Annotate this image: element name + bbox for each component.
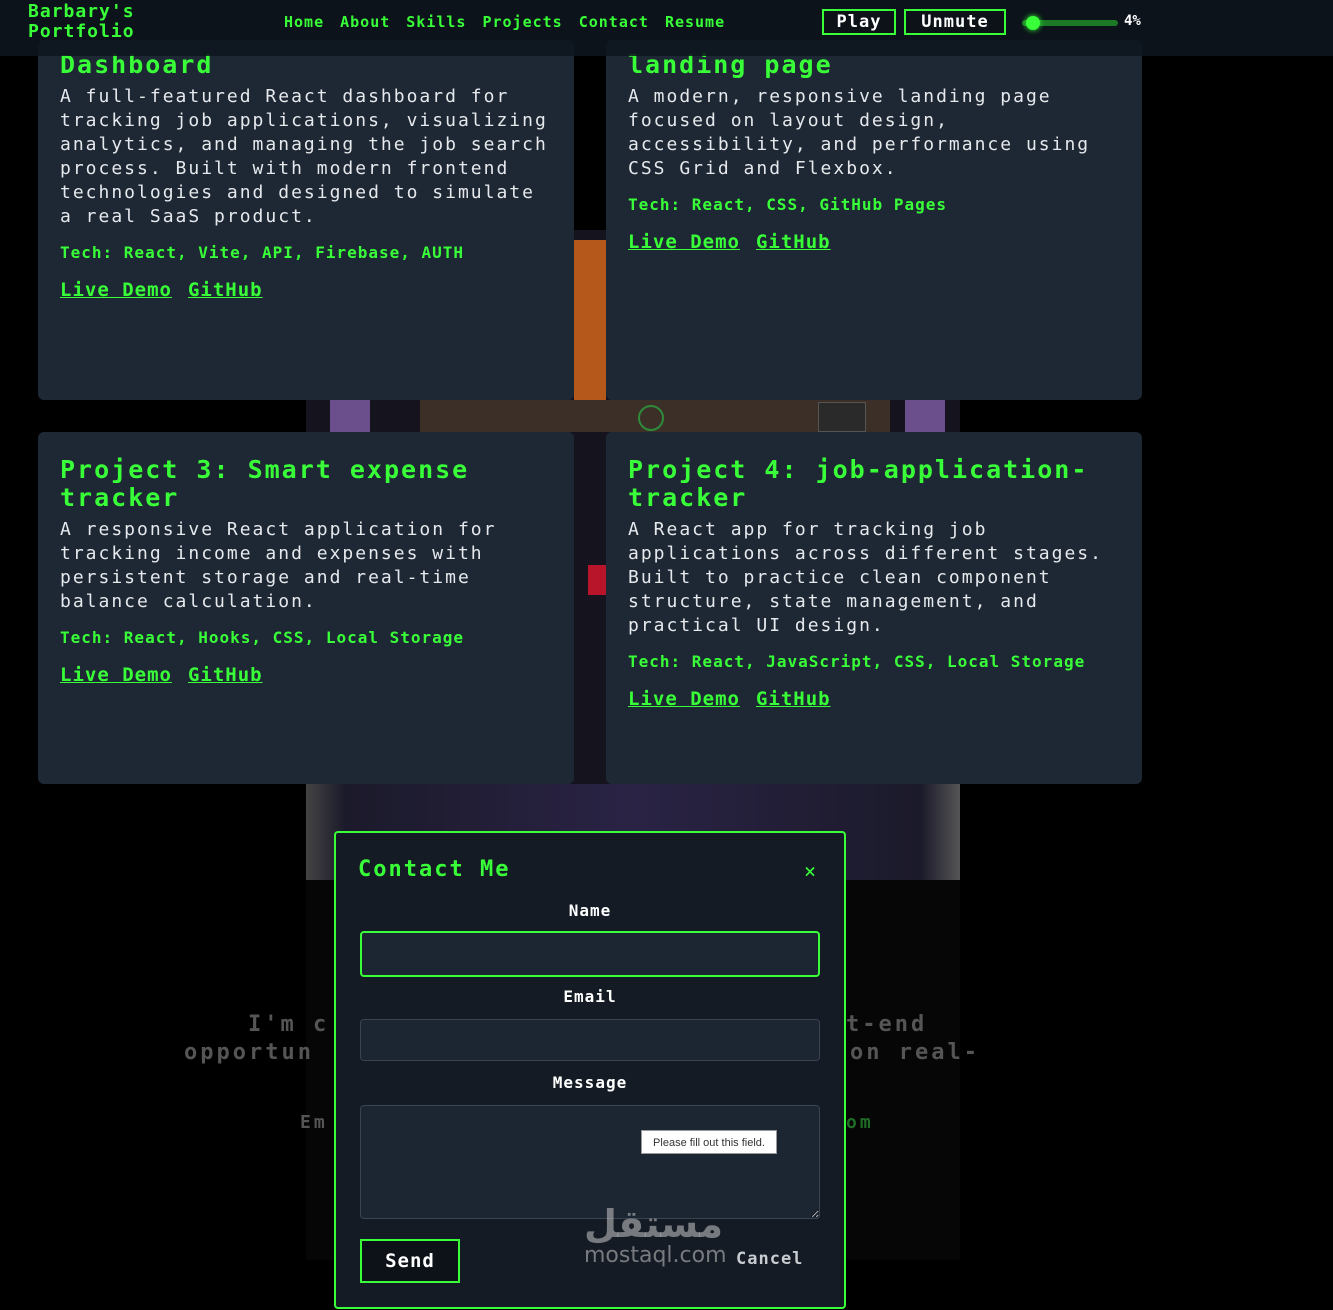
live-demo-link[interactable]: Live Demo [628,688,740,710]
live-demo-link[interactable]: Live Demo [628,231,740,253]
cancel-button[interactable]: Cancel [736,1249,803,1269]
unmute-button[interactable]: Unmute [904,9,1006,35]
project-card: Dashboard A full-featured React dashboar… [38,40,574,400]
nav-about[interactable]: About [340,13,390,31]
background-text: I'm c [248,1012,330,1037]
nav-skills[interactable]: Skills [406,13,466,31]
project-tech: Tech: React, Vite, API, Firebase, AUTH [60,243,465,262]
project-title: Project 4: job-application-tracker [628,455,1089,512]
main-nav: Home About Skills Projects Contact Resum… [284,13,725,31]
watermark-arabic: مستقل [584,1202,723,1246]
project-card: Project 3: Smart expense tracker A respo… [38,432,574,784]
project-links: Live Demo GitHub [628,231,1120,253]
project-title: Project 3: Smart expense tracker [60,455,470,512]
nav-home[interactable]: Home [284,13,324,31]
watermark-logo: مستقل mostaql.com [584,1204,727,1268]
validation-tooltip: Please fill out this field. [641,1130,777,1154]
email-label: Email [563,987,617,1006]
project-links: Live Demo GitHub [628,688,1120,710]
project-description: A modern, responsive landing page focuse… [628,86,1091,179]
project-description: A responsive React application for track… [60,519,497,612]
close-icon[interactable]: × [804,861,816,881]
project-links: Live Demo GitHub [60,279,552,301]
send-button[interactable]: Send [360,1239,460,1283]
live-demo-link[interactable]: Live Demo [60,279,172,301]
nav-projects[interactable]: Projects [482,13,562,31]
project-card: landing page A modern, responsive landin… [606,40,1142,400]
site-logo[interactable]: Barbary's Portfolio [28,2,188,42]
background-text: on real- [850,1040,980,1065]
github-link[interactable]: GitHub [756,688,831,710]
message-label: Message [552,1073,628,1092]
background-text: opportun [184,1040,314,1065]
project-tech: Tech: React, Hooks, CSS, Local Storage [60,628,465,647]
project-tech: Tech: React, CSS, GitHub Pages [628,195,947,214]
github-link[interactable]: GitHub [756,231,831,253]
github-link[interactable]: GitHub [188,279,263,301]
project-card: Project 4: job-application-tracker A Rea… [606,432,1142,784]
background-text: om [846,1112,874,1133]
volume-percent: 4% [1124,13,1141,29]
background-control-panel [818,402,866,432]
background-text: Em [300,1112,328,1133]
email-input[interactable] [360,1019,820,1061]
github-link[interactable]: GitHub [188,664,263,686]
project-tech: Tech: React, JavaScript, CSS, Local Stor… [628,652,1086,671]
site-header: Barbary's Portfolio Home About Skills Pr… [0,0,1333,56]
project-description: A full-featured React dashboard for trac… [60,86,548,227]
name-input[interactable] [360,931,820,977]
crosshair-icon [638,405,664,431]
live-demo-link[interactable]: Live Demo [60,664,172,686]
background-orange-block [574,240,606,400]
play-button[interactable]: Play [822,9,896,35]
nav-contact[interactable]: Contact [579,13,649,31]
name-label: Name [568,901,612,920]
nav-resume[interactable]: Resume [665,13,725,31]
modal-title: Contact Me [358,857,511,882]
background-purple-strip [905,400,945,432]
watermark-latin: mostaql.com [584,1243,727,1268]
volume-slider-thumb[interactable] [1025,16,1040,30]
project-description: A React app for tracking job application… [628,519,1103,636]
background-text: t-end [846,1012,928,1037]
background-purple-strip [330,400,370,432]
background-red-block [588,565,606,595]
project-links: Live Demo GitHub [60,664,552,686]
